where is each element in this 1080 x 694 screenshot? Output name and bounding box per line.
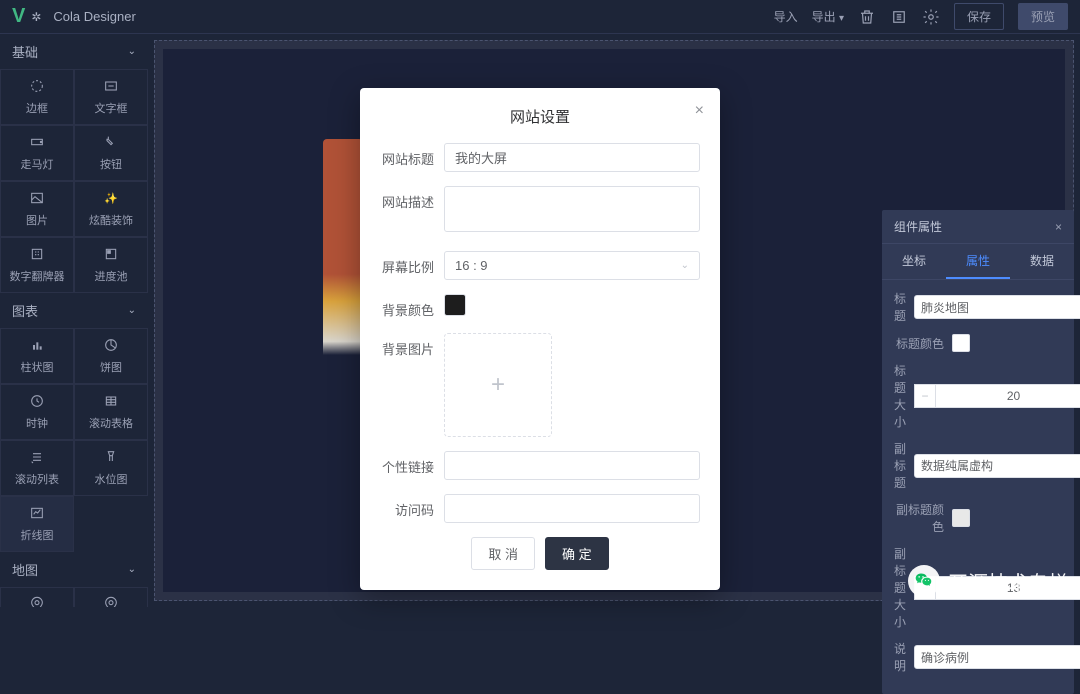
site-desc-input[interactable] xyxy=(444,186,700,232)
chevron-down-icon: ⌄ xyxy=(681,260,689,271)
site-desc-label: 网站描述 xyxy=(380,186,444,211)
close-icon[interactable]: × xyxy=(1055,220,1062,234)
prop-subtitle-color-label: 副标题颜色 xyxy=(894,501,952,535)
site-settings-modal: 网站设置 × 网站标题 网站描述 屏幕比例 16 : 9 ⌄ 背景颜色 背景图片 xyxy=(360,88,720,590)
prop-desc-label: 说明 xyxy=(894,640,914,674)
plus-icon: + xyxy=(491,371,505,399)
custom-link-label: 个性链接 xyxy=(380,451,444,476)
decrement-button[interactable]: − xyxy=(914,576,936,600)
screen-ratio-label: 屏幕比例 xyxy=(380,251,444,276)
decrement-button[interactable]: − xyxy=(914,384,936,408)
close-icon[interactable]: × xyxy=(695,102,704,120)
prop-title-label: 标题 xyxy=(894,290,914,324)
confirm-button[interactable]: 确 定 xyxy=(545,537,609,570)
prop-desc-input[interactable] xyxy=(914,645,1080,669)
prop-subtitle-size-input[interactable] xyxy=(936,576,1080,600)
prop-subtitle-label: 副标题 xyxy=(894,440,914,491)
prop-subtitle-input[interactable] xyxy=(914,454,1080,478)
prop-subtitle-color-picker[interactable] xyxy=(952,509,970,527)
screen-ratio-select[interactable]: 16 : 9 ⌄ xyxy=(444,251,700,280)
access-code-label: 访问码 xyxy=(380,494,444,519)
bg-color-label: 背景颜色 xyxy=(380,294,444,319)
modal-title: 网站设置 × xyxy=(380,106,700,127)
prop-title-input[interactable] xyxy=(914,295,1080,319)
site-title-input[interactable] xyxy=(444,143,700,172)
access-code-input[interactable] xyxy=(444,494,700,523)
prop-title-color-label: 标题颜色 xyxy=(894,335,952,352)
site-title-label: 网站标题 xyxy=(380,143,444,168)
bg-image-label: 背景图片 xyxy=(380,333,444,358)
custom-link-input[interactable] xyxy=(444,451,700,480)
properties-panel: 组件属性 × 坐标 属性 数据 标题 标题颜色 标题大小 − + 副标题 xyxy=(882,210,1074,694)
tab-coord[interactable]: 坐标 xyxy=(882,244,946,279)
tab-data[interactable]: 数据 xyxy=(1010,244,1074,279)
bg-image-upload[interactable]: + xyxy=(444,333,552,437)
cancel-button[interactable]: 取 消 xyxy=(471,537,535,570)
prop-title-color-picker[interactable] xyxy=(952,334,970,352)
prop-title-size-input[interactable] xyxy=(936,384,1080,408)
tab-attr[interactable]: 属性 xyxy=(946,244,1010,279)
prop-title-size-label: 标题大小 xyxy=(894,362,914,430)
prop-subtitle-size-label: 副标题大小 xyxy=(894,545,914,630)
bg-color-picker[interactable] xyxy=(444,294,466,316)
props-panel-title: 组件属性 xyxy=(894,218,942,235)
